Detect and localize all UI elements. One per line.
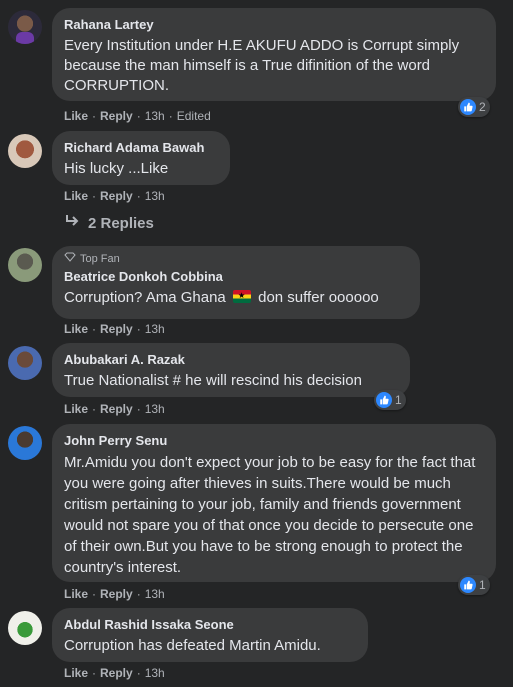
comment-text: Corruption has defeated Martin Amidu. (64, 637, 321, 654)
reply-link[interactable]: Reply (100, 322, 133, 336)
reply-link[interactable]: Reply (100, 666, 133, 680)
avatar[interactable] (8, 346, 42, 380)
comment-bubble: Abubakari A. Razak True Nationalist # he… (52, 343, 410, 397)
timestamp[interactable]: 13h (145, 587, 165, 601)
like-link[interactable]: Like (64, 322, 88, 336)
reply-link[interactable]: Reply (100, 587, 133, 601)
like-icon (460, 99, 476, 115)
timestamp[interactable]: 13h (145, 402, 165, 416)
comment-author[interactable]: Richard Adama Bawah (64, 139, 218, 156)
comment-text: Every Institution under H.E AKUFU ADDO i… (64, 37, 460, 94)
edited-label[interactable]: Edited (177, 109, 211, 123)
comment-actions: Like · Reply · 13h · Edited (64, 109, 211, 123)
like-link[interactable]: Like (64, 109, 88, 123)
comment-text-part: don suffer oooooo (258, 289, 379, 306)
reply-link[interactable]: Reply (100, 189, 133, 203)
comment-author[interactable]: Abdul Rashid Issaka Seone (64, 616, 356, 633)
avatar[interactable] (8, 248, 42, 282)
comment-author[interactable]: Beatrice Donkoh Cobbina (64, 268, 408, 285)
comment-author[interactable]: Rahana Lartey (64, 16, 484, 33)
reaction-number: 1 (395, 393, 402, 407)
comment-text: Corruption? Ama Ghana don suffer oooooo (64, 288, 408, 308)
comment-text: His lucky ...Like (64, 160, 169, 177)
reaction-number: 1 (479, 578, 486, 592)
comment-bubble: Top Fan Beatrice Donkoh Cobbina Corrupti… (52, 246, 420, 319)
reply-link[interactable]: Reply (100, 402, 133, 416)
comment-actions: Like · Reply · 13h (64, 189, 165, 203)
comment-author[interactable]: Abubakari A. Razak (64, 351, 398, 368)
timestamp[interactable]: 13h (145, 322, 165, 336)
like-link[interactable]: Like (64, 666, 88, 680)
reaction-count[interactable]: 2 (458, 97, 490, 117)
diamond-icon (64, 252, 76, 266)
comment-bubble: Abdul Rashid Issaka Seone Corruption has… (52, 608, 368, 662)
reply-link[interactable]: Reply (100, 109, 133, 123)
avatar[interactable] (8, 10, 42, 44)
like-link[interactable]: Like (64, 402, 88, 416)
comment-bubble: Rahana Lartey Every Institution under H.… (52, 8, 496, 101)
like-icon (376, 392, 392, 408)
comment-actions: Like · Reply · 13h (64, 402, 165, 416)
comment-text: Mr.Amidu you don't expect your job to be… (64, 454, 476, 576)
comment-bubble: John Perry Senu Mr.Amidu you don't expec… (52, 424, 496, 582)
timestamp[interactable]: 13h (145, 666, 165, 680)
reaction-count[interactable]: 1 (458, 575, 490, 595)
avatar[interactable] (8, 426, 42, 460)
timestamp[interactable]: 13h (145, 109, 165, 123)
reaction-count[interactable]: 1 (374, 390, 406, 410)
ghana-flag-icon (232, 290, 251, 303)
comment-actions: Like · Reply · 13h (64, 666, 165, 680)
avatar[interactable] (8, 134, 42, 168)
timestamp[interactable]: 13h (145, 189, 165, 203)
top-fan-badge[interactable]: Top Fan (64, 252, 408, 266)
view-replies-link[interactable]: 2 Replies (64, 214, 154, 232)
comment-text: True Nationalist # he will rescind his d… (64, 372, 362, 389)
avatar[interactable] (8, 611, 42, 645)
replies-label: 2 Replies (88, 214, 154, 232)
comment-text-part: Corruption? Ama Ghana (64, 289, 226, 306)
comment-author[interactable]: John Perry Senu (64, 432, 484, 449)
top-fan-label: Top Fan (80, 252, 120, 265)
like-icon (460, 577, 476, 593)
comment-actions: Like · Reply · 13h (64, 587, 165, 601)
like-link[interactable]: Like (64, 587, 88, 601)
comment-actions: Like · Reply · 13h (64, 322, 165, 336)
reaction-number: 2 (479, 100, 486, 114)
like-link[interactable]: Like (64, 189, 88, 203)
reply-arrow-icon (64, 214, 80, 232)
comment-bubble: Richard Adama Bawah His lucky ...Like (52, 131, 230, 185)
